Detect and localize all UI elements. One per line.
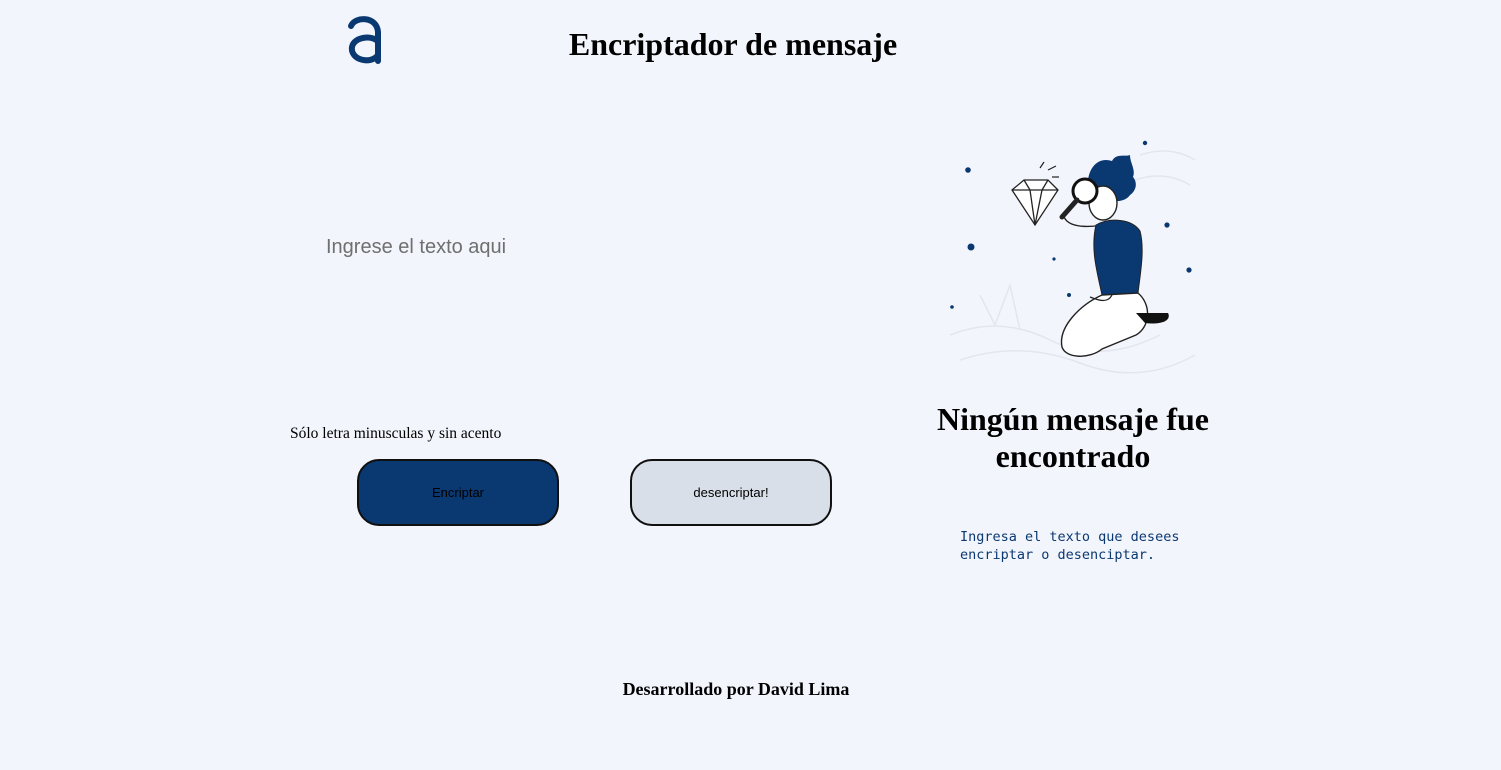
input-hint: Sólo letra minusculas y sin acento: [290, 425, 502, 442]
page-title: Encriptador de mensaje: [568, 26, 898, 62]
empty-state-description: Ingresa el texto que desees encriptar o …: [960, 529, 1180, 563]
encrypt-button[interactable]: Encriptar: [357, 459, 559, 526]
person-with-magnifying-glass-icon: [949, 140, 1196, 374]
footer-credit: Desarrollado por David Lima: [622, 679, 850, 699]
message-input[interactable]: [320, 230, 860, 390]
decrypt-button[interactable]: desencriptar!: [630, 459, 832, 526]
empty-state-title: Ningún mensaje fue encontrado: [936, 401, 1209, 474]
